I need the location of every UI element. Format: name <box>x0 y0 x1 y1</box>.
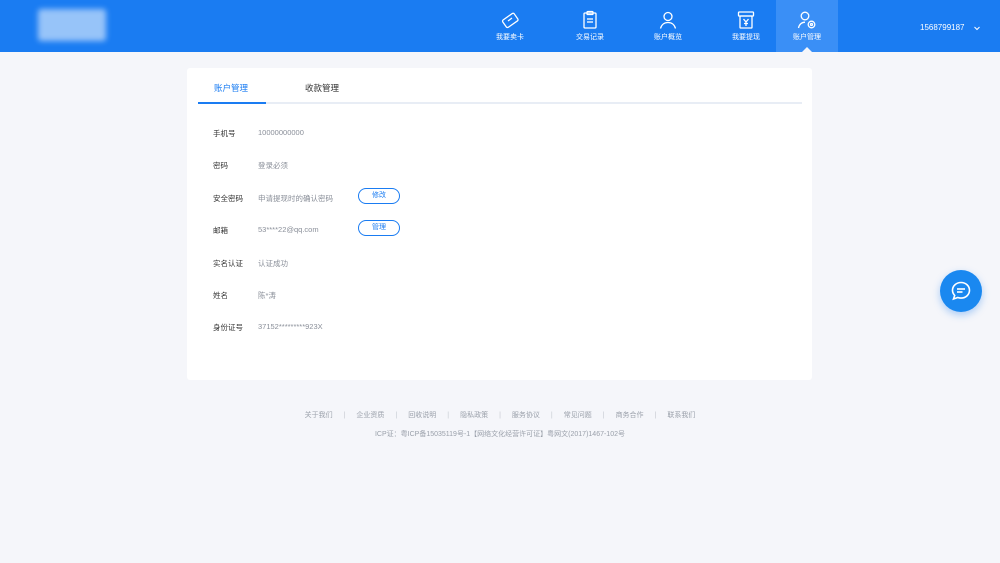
field-label: 邮箱 <box>213 226 228 235</box>
nav-label: 账户概览 <box>654 34 682 41</box>
footer-link-faq[interactable]: 常见问题 <box>564 412 592 419</box>
field-label: 身份证号 <box>213 323 243 332</box>
field-value: 陈*涛 <box>258 291 276 300</box>
separator: | <box>343 412 346 419</box>
manage-button[interactable]: 管理 <box>358 220 400 236</box>
field-value: 10000000000 <box>258 128 304 137</box>
footer-links: 关于我们 | 企业资质 | 回收说明 | 隐私政策 | 服务协议 | 常见问题 | 商务合作 | 联系我们 <box>0 410 1000 420</box>
separator: | <box>602 412 605 419</box>
account-card: 账户管理 收款管理 手机号 10000000000 密码 登录必须 安全密码 申… <box>187 68 812 380</box>
tab-account-management[interactable]: 账户管理 <box>214 82 248 94</box>
chat-button[interactable] <box>940 270 982 312</box>
footer-link-qualification[interactable]: 企业资质 <box>356 412 384 419</box>
ticket-icon <box>501 12 519 29</box>
field-label: 实名认证 <box>213 259 243 268</box>
clipboard-icon <box>583 10 597 29</box>
field-label: 姓名 <box>213 291 228 300</box>
tab-label: 收款管理 <box>305 83 340 93</box>
footer-link-recycle[interactable]: 回收说明 <box>408 412 436 419</box>
nav-account-overview[interactable]: 账户概览 <box>637 0 699 52</box>
tab-active-underline <box>198 102 266 104</box>
icp-notice: ICP证：粤ICP备15035119号-1【网络文化经营许可证】粤网文(2017… <box>374 431 625 438</box>
nav-label: 我要提现 <box>732 34 760 41</box>
chat-bubble-icon <box>951 281 971 301</box>
footer-link-privacy[interactable]: 隐私政策 <box>460 412 488 419</box>
field-value: 申请提现时的确认密码 <box>258 194 333 203</box>
nav-label: 账户管理 <box>793 34 821 41</box>
separator: | <box>654 412 657 419</box>
modify-button[interactable]: 修改 <box>358 188 400 204</box>
tab-bar: 账户管理 收款管理 <box>198 68 802 104</box>
phone-number: 1568799187 <box>920 23 965 32</box>
tab-label: 账户管理 <box>214 83 249 93</box>
separator: | <box>395 412 398 419</box>
footer-link-terms[interactable]: 服务协议 <box>512 412 540 419</box>
nav-label: 交易记录 <box>576 34 604 41</box>
field-value: 53****22@qq.com <box>258 225 319 234</box>
field-label: 手机号 <box>213 129 236 138</box>
separator: | <box>499 412 501 419</box>
separator: | <box>447 412 450 419</box>
nav-sell-card[interactable]: 我要卖卡 <box>479 0 541 52</box>
footer-link-business[interactable]: 商务合作 <box>616 412 644 419</box>
user-menu[interactable]: 1568799187 <box>920 23 981 32</box>
withdraw-icon <box>737 11 755 29</box>
separator: | <box>550 412 553 419</box>
chevron-down-icon <box>973 26 980 30</box>
logo[interactable] <box>38 9 106 41</box>
nav-label: 我要卖卡 <box>496 34 524 41</box>
user-settings-icon <box>797 11 816 29</box>
active-indicator <box>802 47 812 52</box>
field-value: 37152*********923X <box>258 322 323 331</box>
footer-link-contact[interactable]: 联系我们 <box>667 412 695 419</box>
tab-payment-management[interactable]: 收款管理 <box>305 82 339 94</box>
field-value: 认证成功 <box>258 259 288 268</box>
nav-withdraw[interactable]: 我要提现 <box>715 0 777 52</box>
user-icon <box>659 11 677 29</box>
nav-account-management[interactable]: 账户管理 <box>776 0 838 52</box>
nav-transactions[interactable]: 交易记录 <box>559 0 621 52</box>
field-label: 密码 <box>213 161 228 170</box>
top-header: 我要卖卡 交易记录 账户概览 我要提现 账户管理 1568799187 <box>0 0 1000 52</box>
field-label: 安全密码 <box>213 194 243 203</box>
field-value: 登录必须 <box>258 161 288 170</box>
footer-link-about[interactable]: 关于我们 <box>305 412 333 419</box>
